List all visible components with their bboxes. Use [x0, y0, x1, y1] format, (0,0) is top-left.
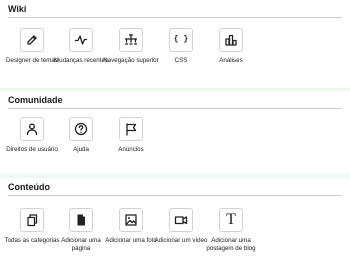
image-icon — [125, 214, 137, 226]
tool-help[interactable]: Ajuda — [53, 117, 109, 154]
tool-user-rights[interactable]: Direitos de usuário — [4, 117, 60, 154]
page-add-icon — [77, 214, 85, 226]
tool-theme-designer[interactable]: Designer de temas — [4, 28, 60, 65]
tool-css-button[interactable]: { } — [169, 28, 193, 52]
pages-icon — [27, 214, 38, 227]
section-divider — [8, 17, 342, 18]
community-section: Comunidade Direitos de usuário Ajuda Anú… — [0, 91, 350, 174]
tool-label: CSS — [174, 57, 188, 64]
brush-icon — [27, 35, 37, 45]
text-icon: T — [226, 211, 236, 228]
activity-icon — [74, 35, 88, 45]
tool-add-photo-button[interactable] — [119, 208, 143, 232]
bar-chart-icon — [225, 34, 237, 46]
section-title-wiki: Wiki — [8, 4, 27, 14]
user-icon — [26, 123, 38, 136]
tool-label: Navegação superior — [103, 57, 159, 64]
tool-label: Todas as categorias — [4, 237, 60, 244]
tool-user-rights-button[interactable] — [20, 117, 44, 141]
tool-label: Anúncios — [118, 146, 144, 153]
tool-announcements-button[interactable] — [119, 117, 143, 141]
code-braces-icon: { } — [173, 35, 189, 44]
tool-add-video[interactable]: Adicionar um vídeo — [153, 208, 209, 245]
tool-add-page-button[interactable] — [69, 208, 93, 232]
tool-theme-designer-button[interactable] — [20, 28, 44, 52]
tool-all-categories-button[interactable] — [20, 208, 44, 232]
tool-top-navigation-button[interactable] — [119, 28, 143, 52]
section-title-community: Comunidade — [8, 95, 63, 105]
tool-recent-changes[interactable]: Mudanças recentes — [53, 28, 109, 65]
section-divider — [8, 108, 342, 109]
tool-label: Designer de temas — [6, 57, 58, 64]
flag-icon — [126, 123, 137, 136]
section-title-content: Conteúdo — [8, 182, 50, 192]
content-section: Conteúdo Todas as categorias Adicionar u… — [0, 178, 350, 270]
tool-label: Análises — [219, 57, 243, 64]
help-circle-icon — [74, 122, 88, 136]
tool-add-blog-post-button[interactable]: T — [219, 208, 243, 232]
tool-label: Mudanças recentes — [54, 57, 108, 64]
tool-recent-changes-button[interactable] — [69, 28, 93, 52]
tool-top-navigation[interactable]: Navegação superior — [103, 28, 159, 65]
tool-add-blog-post[interactable]: T Adicionar uma postagem de blog — [203, 208, 259, 252]
tool-label: Adicionar uma página — [61, 237, 101, 252]
tool-add-photo[interactable]: Adicionar uma foto — [103, 208, 159, 245]
tool-all-categories[interactable]: Todas as categorias — [4, 208, 60, 245]
tool-analytics[interactable]: Análises — [203, 28, 259, 65]
tool-label: Ajuda — [73, 146, 89, 153]
tool-add-video-button[interactable] — [169, 208, 193, 232]
tool-add-page[interactable]: Adicionar uma página — [53, 208, 109, 252]
tool-label: Direitos de usuário — [6, 146, 58, 153]
video-icon — [174, 216, 188, 225]
tool-label: Adicionar uma foto — [105, 237, 157, 244]
tool-analytics-button[interactable] — [219, 28, 243, 52]
tool-help-button[interactable] — [69, 117, 93, 141]
section-divider — [8, 195, 342, 196]
tool-label: Adicionar um vídeo — [154, 237, 208, 244]
sitemap-icon — [124, 34, 138, 45]
tool-announcements[interactable]: Anúncios — [103, 117, 159, 154]
tool-css[interactable]: { } CSS — [153, 28, 209, 65]
wiki-section: Wiki Designer de temas Mudanças recentes — [0, 0, 350, 88]
tool-label: Adicionar uma postagem de blog — [206, 237, 256, 252]
